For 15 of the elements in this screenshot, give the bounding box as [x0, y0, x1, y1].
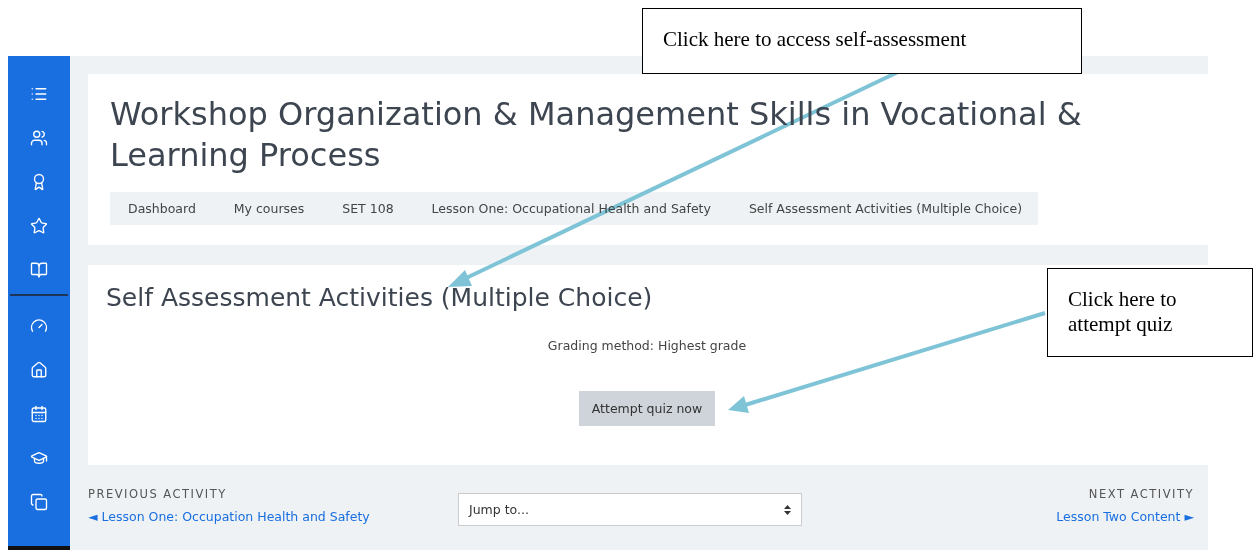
breadcrumb-link[interactable]: My courses [211, 192, 321, 225]
breadcrumb-link[interactable]: Dashboard [110, 192, 212, 225]
callout-note: Click here to attempt quiz [1047, 268, 1253, 357]
breadcrumb-link[interactable]: Self Assessment Activities (Multiple Choice) [726, 192, 1039, 225]
jump-to-select[interactable]: Jump to... [458, 493, 802, 526]
activity-title: Self Assessment Activities (Multiple Choice) [106, 283, 653, 312]
sort-icon [784, 504, 791, 515]
next-activity-link[interactable]: Lesson Two Content ► [1056, 509, 1194, 524]
attempt-quiz-button[interactable]: Attempt quiz now [578, 391, 716, 426]
breadcrumb-link[interactable]: SET 108 [320, 192, 410, 225]
callout-note: Click here to access self-assessment [642, 8, 1082, 74]
previous-activity-label: PREVIOUS ACTIVITY [88, 487, 227, 501]
previous-activity-link[interactable]: ◄ Lesson One: Occupation Health and Safety [88, 509, 370, 524]
grading-method: Grading method: Highest grade [547, 338, 747, 353]
next-activity-label: NEXT ACTIVITY [1088, 487, 1194, 501]
